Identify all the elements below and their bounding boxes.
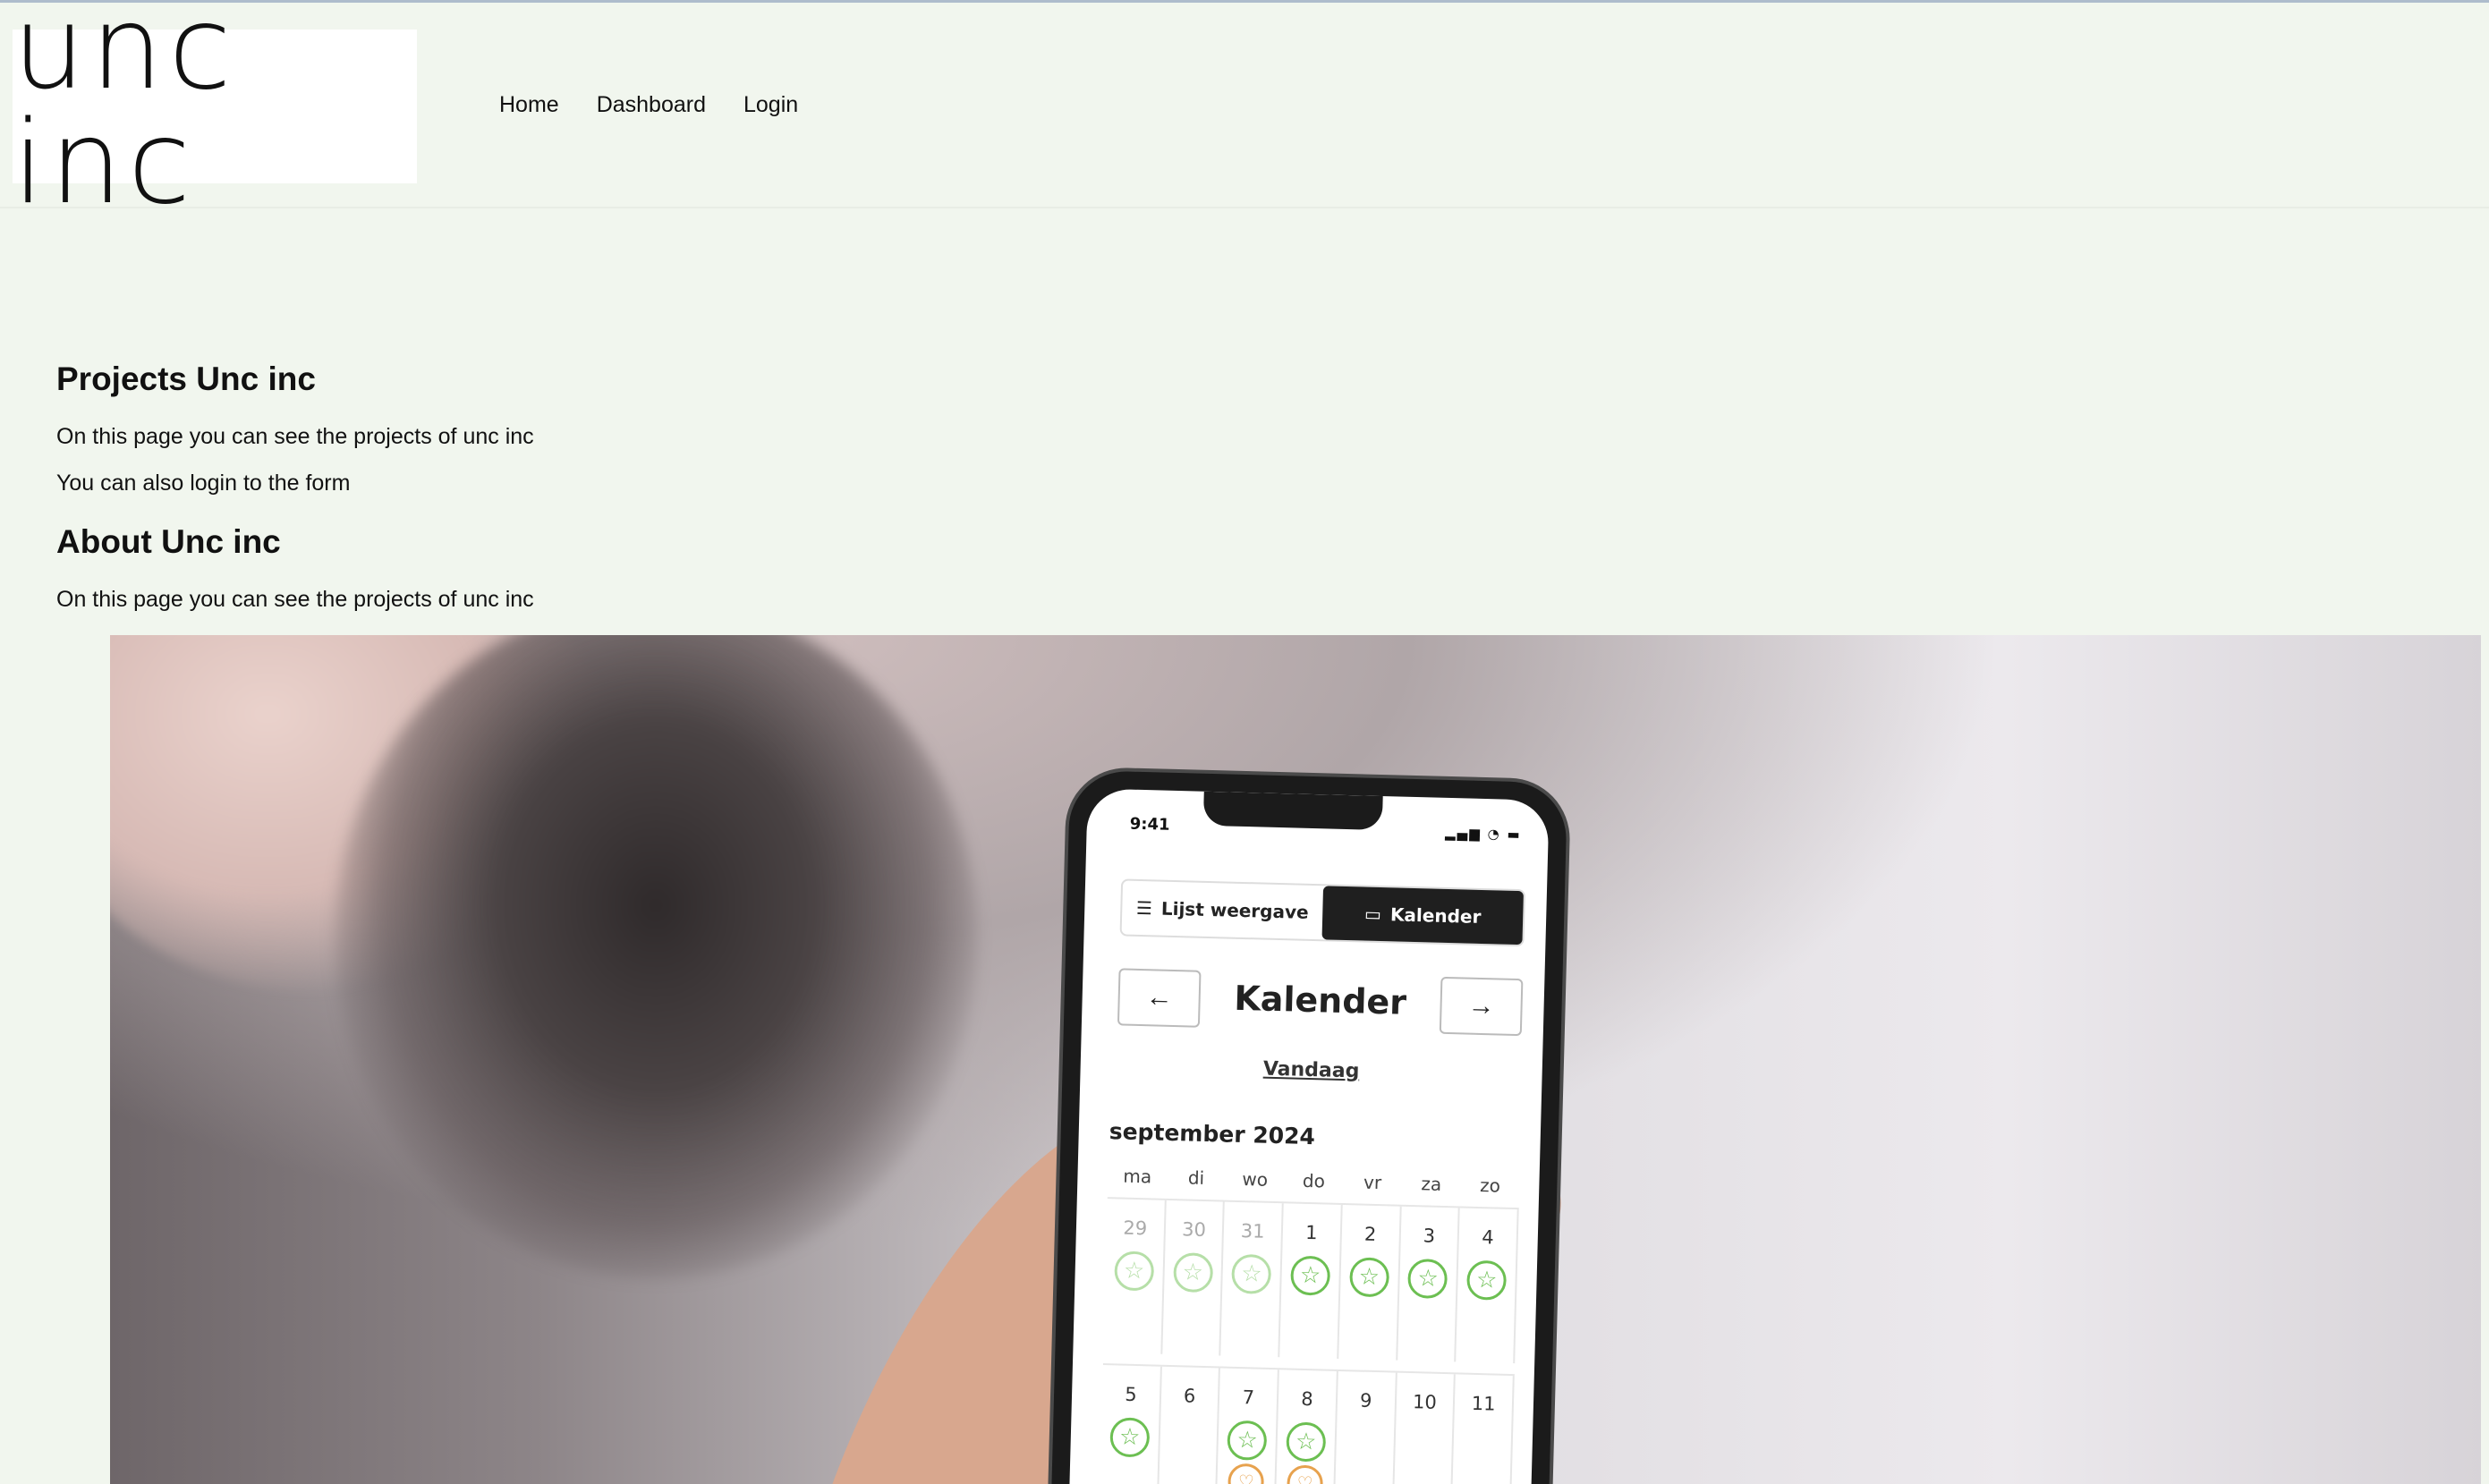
calendar-nav: ← Kalender →: [1117, 968, 1524, 1038]
logo[interactable]: unc inc: [13, 0, 417, 221]
day-cell[interactable]: 11: [1451, 1374, 1515, 1484]
star-icon: ☆: [1114, 1251, 1155, 1292]
star-icon: ☆: [1348, 1257, 1389, 1298]
day-number: 30: [1181, 1218, 1207, 1242]
view-toggle: ☰ Lijst weergave ▭ Kalender: [1119, 878, 1526, 947]
projects-heading: Projects Unc inc: [56, 360, 316, 397]
star-icon: ☆: [1109, 1417, 1151, 1458]
heart-icon: ♡: [1287, 1464, 1324, 1484]
list-view-label: Lijst weergave: [1160, 897, 1309, 923]
phone-time: 9:41: [1129, 814, 1170, 835]
about-heading: About Unc inc: [56, 523, 281, 560]
weekday-label: ma: [1123, 1165, 1152, 1188]
day-number: 10: [1412, 1391, 1438, 1413]
star-icon: ☆: [1290, 1255, 1331, 1296]
phone-status-icons: ▂▄▆ ◔ ▬: [1445, 824, 1522, 844]
week-row: 5 ☆ 6 7 ☆ ♡ 8 ☆ ♡ 9 10 11: [1099, 1363, 1515, 1484]
day-cell[interactable]: 1 ☆: [1279, 1203, 1343, 1359]
main-nav: Home Dashboard Login: [499, 92, 798, 118]
nav-dashboard-link[interactable]: Dashboard: [597, 92, 706, 118]
site-header: unc inc Home Dashboard Login: [0, 0, 2489, 221]
weekday-label: di: [1187, 1166, 1205, 1189]
phone-screen: 9:41 ▂▄▆ ◔ ▬ ☰ Lijst weergave ▭ Kalender…: [1067, 788, 1550, 1484]
day-cell[interactable]: 8 ☆ ♡: [1275, 1370, 1338, 1484]
day-cell[interactable]: 31 ☆: [1220, 1201, 1284, 1358]
weekday-label: zo: [1479, 1174, 1501, 1197]
week-row: 29 ☆ 30 ☆ 31 ☆ 1 ☆ 2 ☆ 3 ☆ 4 ☆: [1103, 1197, 1519, 1364]
star-icon: ☆: [1231, 1253, 1272, 1294]
day-number: 2: [1363, 1223, 1377, 1245]
day-number: 1: [1304, 1221, 1318, 1244]
star-icon: ☆: [1172, 1252, 1213, 1293]
list-view-tab[interactable]: ☰ Lijst weergave: [1122, 880, 1323, 939]
day-number: 31: [1240, 1220, 1265, 1242]
projects-text-2: You can also login to the form: [56, 471, 351, 496]
day-cell[interactable]: 5 ☆: [1099, 1365, 1162, 1484]
calendar-view-tab[interactable]: ▭ Kalender: [1321, 886, 1524, 946]
hero-image: 9:41 ▂▄▆ ◔ ▬ ☰ Lijst weergave ▭ Kalender…: [110, 635, 2481, 1484]
calendar-icon: ▭: [1363, 903, 1382, 926]
day-number: 7: [1242, 1386, 1255, 1409]
star-icon: ☆: [1227, 1420, 1268, 1461]
menu-icon: ☰: [1135, 896, 1153, 920]
day-number: 11: [1471, 1392, 1496, 1415]
day-cell[interactable]: 7 ☆ ♡: [1216, 1368, 1280, 1484]
projects-text-1: On this page you can see the projects of…: [56, 424, 534, 449]
phone-notch: [1202, 791, 1383, 831]
day-cell[interactable]: 4 ☆: [1456, 1208, 1519, 1364]
day-cell[interactable]: 3 ☆: [1397, 1206, 1460, 1362]
nav-login-link[interactable]: Login: [743, 92, 798, 118]
day-number: 4: [1482, 1226, 1495, 1249]
day-cell[interactable]: 10: [1392, 1372, 1457, 1484]
day-number: 29: [1123, 1217, 1148, 1240]
calendar-grid: ma di wo do vr za zo 29 ☆ 30 ☆ 31 ☆ 1 ☆ 2 ☆ 3…: [1099, 1165, 1519, 1484]
star-icon: ☆: [1407, 1258, 1448, 1300]
phone-mockup: 9:41 ▂▄▆ ◔ ▬ ☰ Lijst weergave ▭ Kalender…: [1049, 769, 1568, 1484]
arrow-right-icon[interactable]: →: [1439, 976, 1524, 1037]
day-number: 6: [1183, 1385, 1196, 1407]
heart-icon: ♡: [1228, 1463, 1265, 1484]
weekday-label: wo: [1242, 1168, 1269, 1191]
month-label: september 2024: [1109, 1118, 1316, 1150]
star-icon: ☆: [1286, 1421, 1327, 1463]
about-text: On this page you can see the projects of…: [56, 587, 534, 612]
day-number: 8: [1301, 1387, 1314, 1411]
day-cell[interactable]: 2 ☆: [1338, 1205, 1402, 1361]
calendar-view-label: Kalender: [1389, 903, 1482, 928]
day-number: 9: [1359, 1389, 1372, 1412]
day-cell[interactable]: 29 ☆: [1103, 1199, 1167, 1354]
weekday-label: vr: [1363, 1171, 1382, 1194]
today-link[interactable]: Vandaag: [1080, 1053, 1542, 1087]
day-number: 3: [1423, 1225, 1436, 1247]
nav-home-link[interactable]: Home: [499, 92, 559, 118]
day-cell[interactable]: 9: [1334, 1370, 1397, 1484]
weekday-row: ma di wo do vr za zo: [1108, 1165, 1519, 1197]
day-number: 5: [1124, 1383, 1137, 1406]
star-icon: ☆: [1466, 1259, 1508, 1301]
day-cell[interactable]: 6: [1158, 1366, 1221, 1484]
weekday-label: do: [1302, 1169, 1326, 1192]
weekday-label: za: [1421, 1173, 1442, 1195]
day-cell[interactable]: 30 ☆: [1162, 1200, 1226, 1356]
logo-text: unc inc: [13, 0, 237, 230]
